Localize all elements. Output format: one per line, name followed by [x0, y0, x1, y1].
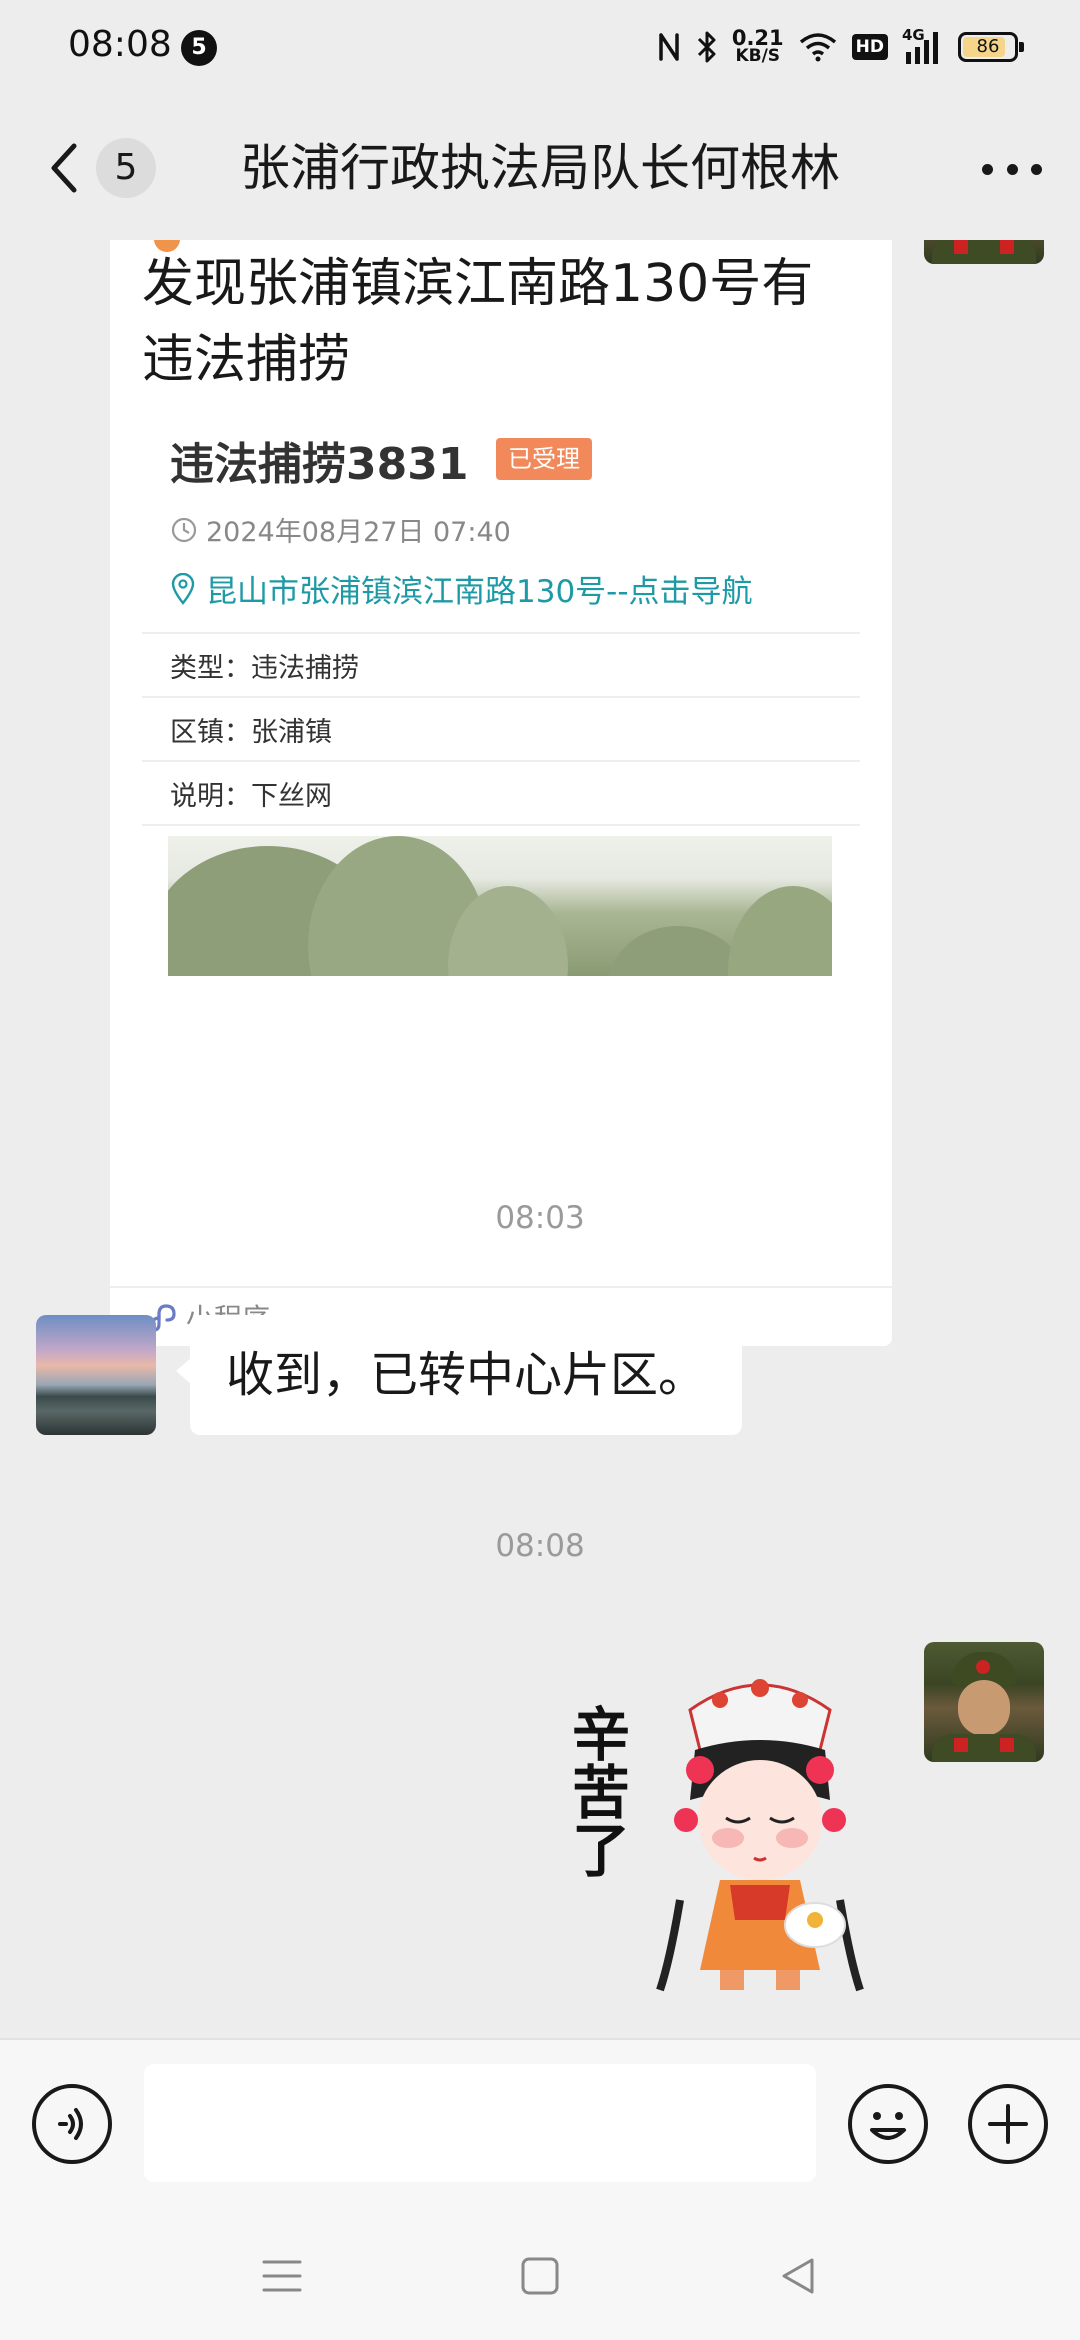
status-time: 08:08 [68, 24, 172, 65]
note-field: 说明：下丝网 [170, 774, 332, 813]
district-value: 张浦镇 [251, 717, 332, 748]
network-speed: 0.21 KB/S [731, 26, 784, 66]
status-bar: 08:08 5 0.21 KB/S HD 4G 86 [0, 0, 1080, 96]
chat-message-list[interactable]: 发现张浦镇滨江南路130号有违法捕捞 违法捕捞3831 已受理 2024年08月… [0, 240, 1080, 2038]
unread-count-badge[interactable]: 5 [96, 138, 156, 198]
district-field: 区镇：张浦镇 [170, 710, 332, 749]
type-field: 类型：违法捕捞 [170, 646, 359, 685]
card-title: 发现张浦镇滨江南路130号有违法捕捞 [142, 254, 814, 390]
network-type-label: 4G [902, 26, 925, 44]
opera-girl-sticker[interactable]: 辛苦了 [562, 1670, 872, 2010]
mini-program-card[interactable]: 发现张浦镇滨江南路130号有违法捕捞 违法捕捞3831 已受理 2024年08月… [110, 240, 892, 1346]
case-datetime: 2024年08月27日 07:40 [170, 510, 511, 549]
voice-input-button[interactable] [32, 2084, 112, 2164]
divider [142, 696, 860, 698]
sender-avatar[interactable] [924, 240, 1044, 264]
bluetooth-icon [697, 31, 716, 63]
sticker-caption: 辛苦了 [562, 1704, 630, 1878]
district-label: 区镇： [170, 717, 251, 748]
home-icon[interactable] [520, 2256, 560, 2296]
divider [142, 760, 860, 762]
cellular-signal-icon: 4G [902, 26, 944, 64]
wifi-icon [799, 33, 836, 62]
hd-voice-icon: HD [851, 34, 888, 60]
battery-icon: 86 [958, 32, 1024, 62]
chat-title: 张浦行政执法局队长何根林 [240, 139, 840, 197]
notification-count-badge: 5 [181, 30, 217, 66]
back-arrow-icon[interactable] [38, 136, 94, 200]
network-speed-unit: KB/S [735, 46, 781, 66]
network-speed-value: 0.21 [731, 26, 784, 50]
divider [142, 632, 860, 634]
more-options-button[interactable] [982, 154, 1042, 184]
case-address-text: 昆山市张浦镇滨江南路130号--点击导航 [206, 574, 753, 610]
emoji-button[interactable] [848, 2084, 928, 2164]
dot-icon [1006, 163, 1018, 175]
opera-girl-illustration [656, 1679, 864, 1992]
note-value: 下丝网 [251, 781, 332, 812]
chat-header: 5 张浦行政执法局队长何根林 [0, 96, 1080, 240]
message-bubble[interactable]: 收到，已转中心片区。 [175, 1315, 743, 1435]
sender-avatar[interactable] [924, 1642, 1044, 1762]
more-actions-button[interactable] [968, 2084, 1048, 2164]
divider [142, 824, 860, 826]
nfc-icon [659, 33, 679, 61]
case-photo [168, 836, 832, 976]
location-pin-icon [171, 572, 195, 605]
plus-icon [988, 2104, 1028, 2144]
type-label: 类型： [170, 653, 251, 684]
chat-input-bar [0, 2038, 1080, 2208]
smiley-icon [870, 2112, 906, 2140]
clock-icon [171, 517, 197, 542]
status-icons: 0.21 KB/S HD 4G 86 [656, 22, 1024, 72]
message-timestamp: 08:03 [495, 1200, 585, 1236]
voice-icon [58, 2108, 83, 2140]
note-label: 说明： [170, 781, 251, 812]
battery-percent: 86 [976, 36, 1000, 57]
status-badge: 已受理 [496, 438, 592, 480]
case-name: 违法捕捞3831 [170, 439, 469, 490]
message-timestamp: 08:08 [495, 1528, 585, 1564]
back-triangle-icon[interactable] [778, 2256, 818, 2296]
case-datetime-text: 2024年08月27日 07:40 [206, 517, 511, 548]
type-value: 违法捕捞 [251, 653, 359, 684]
dot-icon [1031, 163, 1042, 175]
system-navigation-bar [0, 2208, 1080, 2340]
message-input[interactable] [144, 2064, 816, 2182]
my-avatar[interactable] [36, 1315, 156, 1435]
case-address-link[interactable]: 昆山市张浦镇滨江南路130号--点击导航 [170, 566, 753, 611]
menu-icon[interactable] [260, 2256, 304, 2296]
dot-icon [982, 163, 993, 175]
